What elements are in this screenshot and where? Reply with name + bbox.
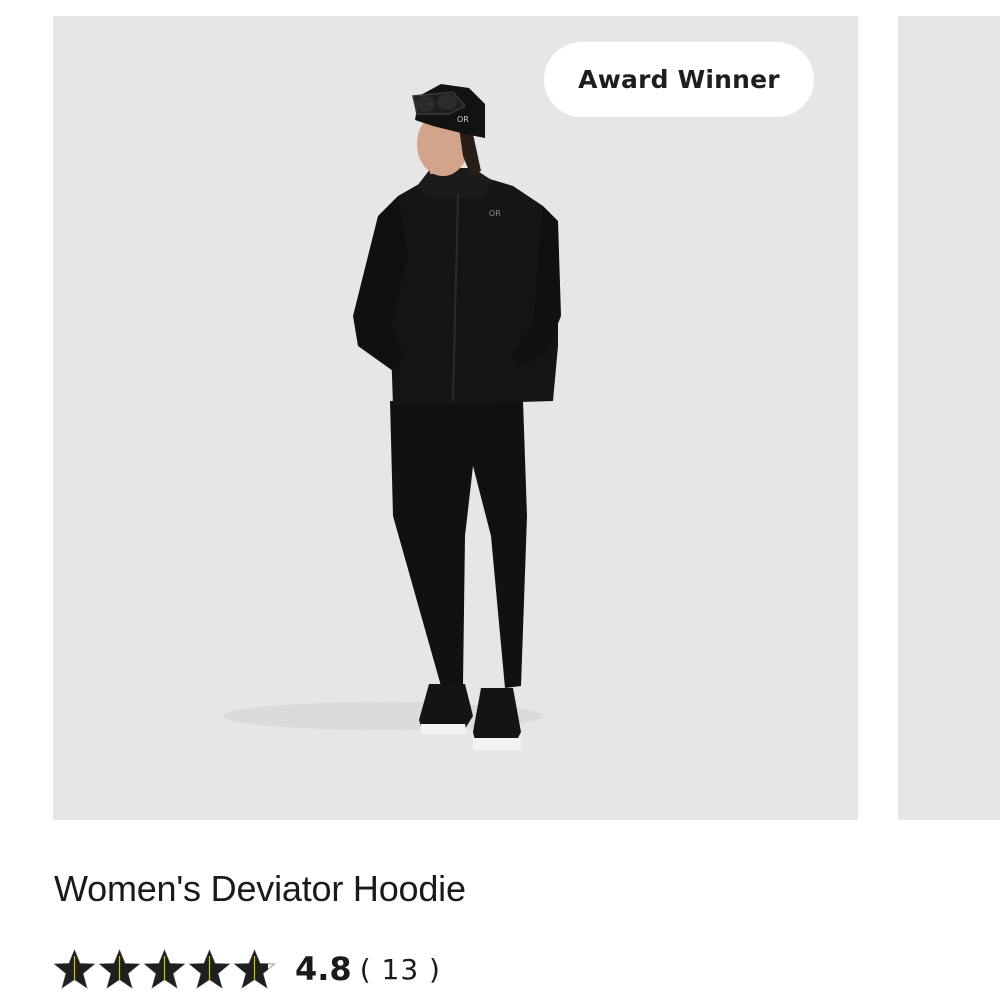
star-icon: [188, 948, 231, 990]
svg-text:OR: OR: [489, 209, 501, 218]
star-rating[interactable]: [52, 948, 277, 990]
product-title[interactable]: Women's Deviator Hoodie: [54, 868, 466, 910]
product-rating: 4.8 ( 13 ): [52, 945, 441, 993]
star-icon: [53, 948, 96, 990]
review-count-link[interactable]: ( 13 ): [360, 953, 441, 986]
product-image-carousel: OR OR Award Winner: [0, 0, 1000, 830]
next-product-image-preview[interactable]: [898, 16, 1000, 820]
award-winner-badge: Award Winner: [544, 42, 814, 117]
rating-value: 4.8: [295, 950, 352, 988]
svg-text:OR: OR: [457, 115, 469, 124]
product-photo: OR OR: [223, 84, 561, 750]
star-icon: [233, 948, 276, 990]
star-icon: [98, 948, 141, 990]
product-image-slide[interactable]: OR OR Award Winner: [53, 16, 858, 820]
star-icon: [143, 948, 186, 990]
product-card: OR OR Award Winner Women's Deviator Hood…: [0, 0, 1000, 1000]
